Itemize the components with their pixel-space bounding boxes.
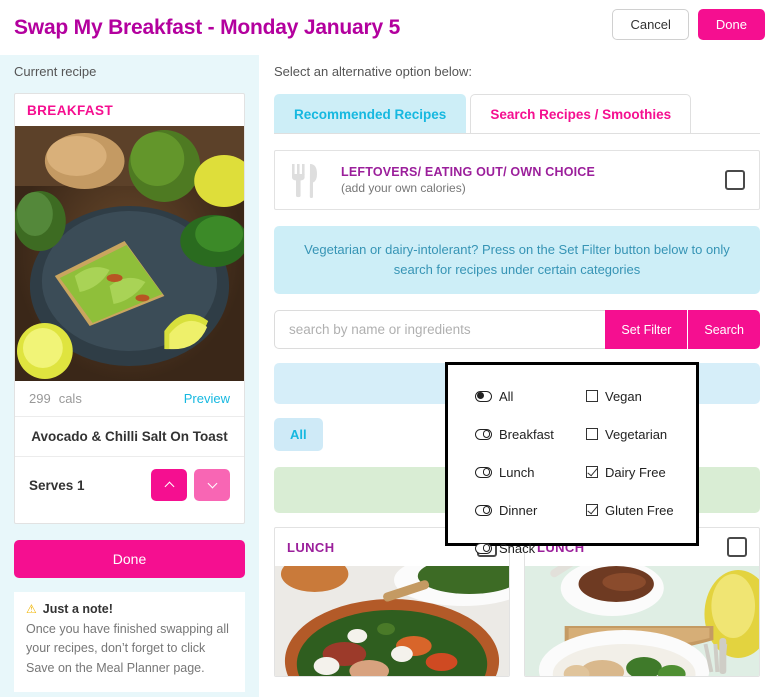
tab-bar: Recommended Recipes Search Recipes / Smo…: [274, 94, 760, 134]
filter-option-breakfast[interactable]: Breakfast: [448, 415, 572, 453]
filter-option-dinner[interactable]: Dinner: [448, 491, 572, 529]
current-recipe-label: Current recipe: [14, 64, 97, 79]
select-alternative-label: Select an alternative option below:: [274, 64, 473, 79]
filter-dropdown-spacer: [572, 529, 696, 567]
filter-option-label: Snack: [499, 540, 536, 556]
serves-decrease-button[interactable]: [194, 469, 230, 501]
preview-link[interactable]: Preview: [184, 391, 230, 406]
note-title-row: ⚠ Just a note!: [26, 602, 233, 616]
toggle-off-icon: [475, 428, 492, 440]
search-input[interactable]: [274, 310, 606, 350]
warning-triangle-icon: ⚠: [26, 602, 37, 616]
result-checkbox[interactable]: [727, 537, 747, 558]
filter-option-label: Gluten Free: [605, 502, 674, 518]
filter-info-banner: Vegetarian or dairy-intolerant? Press on…: [274, 226, 760, 295]
chicken-broccoli-photo: [525, 566, 759, 677]
leftovers-title: LEFTOVERS/ EATING OUT/ OWN CHOICE: [341, 165, 596, 179]
serves-row: Serves 1: [15, 457, 244, 523]
tab-search-recipes-smoothies[interactable]: Search Recipes / Smoothies: [470, 94, 692, 134]
note-title: Just a note!: [42, 602, 113, 616]
toggle-on-icon: [475, 390, 492, 402]
done-button-top[interactable]: Done: [697, 9, 765, 40]
filter-option-dairy-free[interactable]: Dairy Free: [572, 453, 696, 491]
recipe-meal-type: BREAKFAST: [27, 103, 114, 118]
tab-recommended-recipes[interactable]: Recommended Recipes: [274, 94, 467, 134]
filter-option-label: Breakfast: [499, 426, 554, 442]
leftovers-text: LEFTOVERS/ EATING OUT/ OWN CHOICE (add y…: [341, 165, 595, 195]
done-button-sidebar[interactable]: Done: [14, 540, 245, 578]
set-filter-button[interactable]: Set Filter: [605, 310, 689, 350]
cutlery-icon: [292, 164, 317, 198]
recipe-calories-unit: cals: [58, 391, 82, 406]
result-photo: [275, 566, 509, 677]
checkbox-checked-icon: [586, 504, 598, 516]
checkbox-unchecked-icon: [586, 428, 598, 440]
checkbox-unchecked-icon: [586, 390, 598, 402]
header-actions: Cancel Done: [612, 9, 765, 40]
toggle-off-icon: [475, 466, 492, 478]
recipe-name: Avocado & Chilli Salt On Toast: [15, 417, 244, 457]
result-meal-type: LUNCH: [287, 539, 335, 555]
filter-option-label: Dairy Free: [605, 464, 666, 480]
filter-dropdown-panel[interactable]: All Vegan Breakfast Vegetarian Lunch Dai…: [445, 362, 699, 556]
filter-option-label: Dinner: [499, 502, 538, 518]
filter-option-label: Vegan: [605, 388, 642, 404]
toggle-off-icon: [475, 504, 492, 516]
page-title: Swap My Breakfast - Monday January 5: [14, 15, 401, 39]
cancel-button[interactable]: Cancel: [612, 9, 689, 40]
filter-option-gluten-free[interactable]: Gluten Free: [572, 491, 696, 529]
app-header: Swap My Breakfast - Monday January 5 Can…: [0, 0, 775, 55]
serves-increase-button[interactable]: [151, 469, 187, 501]
recipe-photo: [15, 126, 244, 381]
note-body: Once you have finished swapping all your…: [26, 622, 229, 675]
kale-salad-photo: [275, 566, 509, 677]
avocado-toast-photo: [15, 126, 244, 381]
filter-option-vegetarian[interactable]: Vegetarian: [572, 415, 696, 453]
filter-option-vegan[interactable]: Vegan: [572, 377, 696, 415]
note-box: ⚠ Just a note! Once you have finished sw…: [14, 592, 245, 693]
search-button[interactable]: Search: [688, 310, 760, 350]
leftovers-subtitle: (add your own calories): [341, 181, 466, 195]
category-pill-all[interactable]: All: [274, 418, 323, 452]
chevron-up-icon: [164, 481, 174, 492]
recipe-meta-row: 299 cals Preview: [15, 381, 244, 417]
recipe-calories: 299: [29, 391, 51, 406]
checkbox-checked-icon: [586, 466, 598, 478]
filter-option-label: Vegetarian: [605, 426, 668, 442]
serves-label: Serves 1: [29, 477, 85, 493]
leftovers-checkbox[interactable]: [725, 170, 745, 190]
chevron-down-icon: [207, 478, 217, 489]
current-recipe-card: BREAKFAST 299 cals Preview Avocado & Chi…: [14, 93, 245, 524]
filter-option-snack[interactable]: Snack: [448, 529, 572, 567]
filter-option-label: Lunch: [499, 464, 535, 480]
search-row: Set Filter Search: [274, 310, 760, 350]
result-photo: [525, 566, 759, 677]
filter-option-lunch[interactable]: Lunch: [448, 453, 572, 491]
leftovers-option-row[interactable]: LEFTOVERS/ EATING OUT/ OWN CHOICE (add y…: [274, 150, 760, 210]
toggle-off-icon: [475, 542, 492, 554]
filter-option-label: All: [499, 388, 514, 404]
serves-stepper: [151, 469, 230, 501]
current-recipe-sidebar: Current recipe BREAKFAST 299 cals Previe…: [0, 55, 259, 697]
filter-option-all[interactable]: All: [448, 377, 572, 415]
